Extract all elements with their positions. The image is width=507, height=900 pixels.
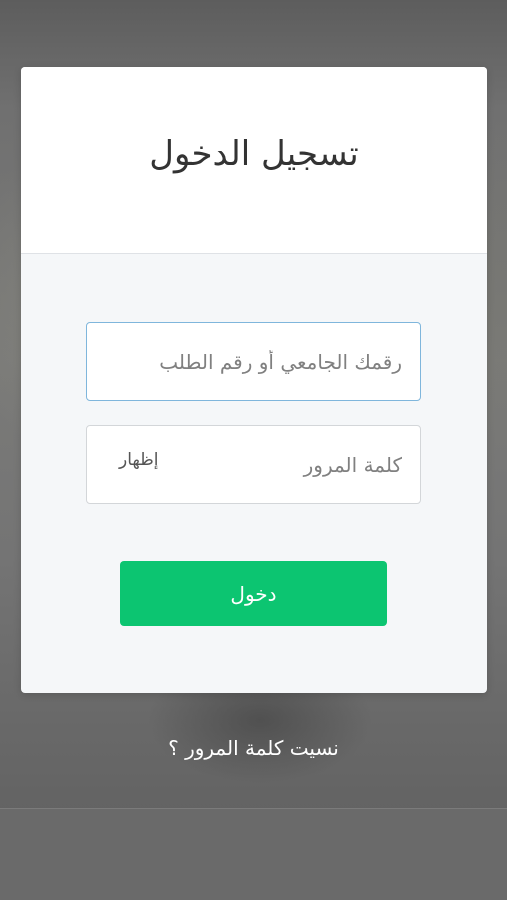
login-card: تسجيل الدخول إظهار دخول: [21, 67, 487, 693]
password-field: إظهار: [86, 425, 421, 504]
forgot-password-link[interactable]: نسيت كلمة المرور ؟: [0, 736, 507, 760]
page-title: تسجيل الدخول: [149, 134, 359, 174]
show-password-toggle[interactable]: إظهار: [119, 450, 158, 470]
username-field: [86, 322, 421, 401]
login-card-header: تسجيل الدخول: [21, 67, 487, 254]
bottom-band: [0, 808, 507, 900]
login-button[interactable]: دخول: [120, 561, 387, 626]
username-input[interactable]: [87, 323, 420, 400]
